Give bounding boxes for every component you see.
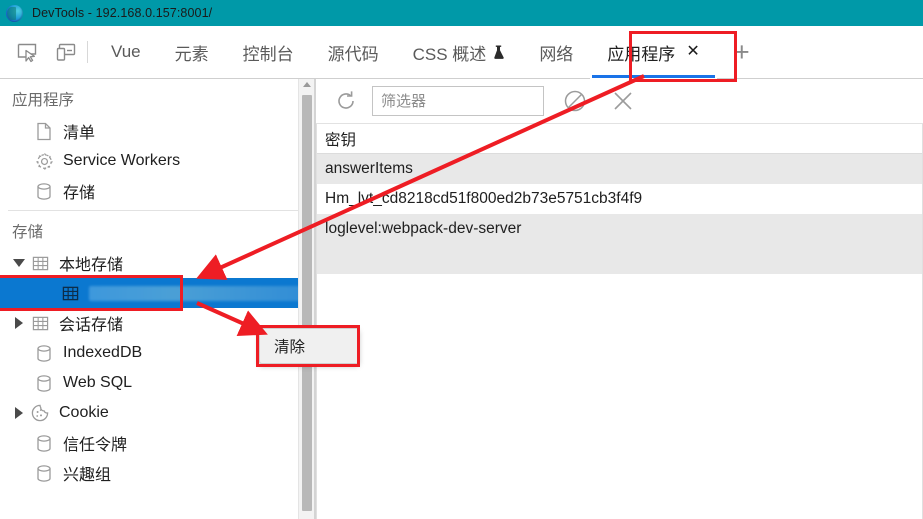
table-empty-row (316, 244, 923, 274)
sidebar-section-storage: 存储 (12, 224, 44, 241)
storage-toolbar (316, 79, 923, 124)
tab-css-overview[interactable]: CSS 概述 (396, 26, 523, 79)
application-sidebar: 应用程序 清单 Service Workers 存储 存储 本地存储 会话存储 … (0, 79, 314, 519)
close-x-icon[interactable] (606, 84, 640, 118)
sidebar-item-label: 信任令牌 (63, 437, 128, 454)
database-icon (34, 464, 54, 483)
context-menu: 清除 (259, 328, 359, 364)
tab-label: 元素 (174, 44, 209, 64)
sidebar-item-label: Web SQL (63, 374, 133, 391)
devtools-tabstrip: Vue 元素 控制台 源代码 CSS 概述 网络 应用程序 ✕ + (0, 25, 923, 79)
database-icon (34, 182, 54, 201)
column-header-key[interactable]: 密钥 (316, 128, 356, 150)
sidebar-item-label: Cookie (59, 404, 109, 421)
tab-sources[interactable]: 源代码 (311, 26, 396, 79)
add-panel-button[interactable]: + (725, 35, 759, 69)
database-icon (34, 434, 54, 453)
sidebar-item-service-workers[interactable]: Service Workers (0, 146, 314, 176)
context-menu-item-clear[interactable]: 清除 (260, 335, 305, 357)
active-tab-underline (592, 74, 715, 78)
database-icon (34, 344, 54, 363)
sidebar-item-websql[interactable]: Web SQL (0, 368, 314, 398)
cell-key: loglevel:webpack-dev-server (325, 219, 522, 237)
tab-label: CSS 概述 (412, 44, 487, 64)
tab-elements[interactable]: 元素 (158, 26, 226, 79)
sidebar-item-interest-groups[interactable]: 兴趣组 (0, 458, 314, 488)
table-row[interactable]: Hm_lvt_cd8218cd51f800ed2b73e5751cb3f4f9 (316, 184, 923, 214)
tab-label: 源代码 (327, 44, 379, 64)
sidebar-item-trust-tokens[interactable]: 信任令牌 (0, 428, 314, 458)
chevron-down-icon[interactable] (12, 259, 26, 267)
sidebar-section-application: 应用程序 (12, 92, 75, 109)
no-entry-clear-icon[interactable] (558, 84, 592, 118)
table-row[interactable]: answerItems (316, 154, 923, 184)
sidebar-item-label: 兴趣组 (63, 467, 112, 484)
scroll-up-arrow-icon[interactable] (303, 82, 311, 87)
cookie-icon (30, 404, 50, 422)
sidebar-item-label: 本地存储 (59, 257, 124, 274)
chevron-right-icon[interactable] (12, 407, 26, 419)
table-row[interactable]: loglevel:webpack-dev-server (316, 214, 923, 244)
sidebar-item-label: 存储 (63, 185, 96, 202)
sidebar-scrollbar[interactable] (298, 79, 314, 519)
flask-experiment-icon (492, 45, 505, 60)
sidebar-item-local-storage[interactable]: 本地存储 (0, 248, 314, 278)
sidebar-item-manifest[interactable]: 清单 (0, 116, 314, 146)
tab-label: 控制台 (242, 44, 294, 64)
tab-label: 应用程序 (607, 44, 676, 64)
table-grid-icon (30, 315, 50, 332)
database-icon (34, 374, 54, 393)
tab-vue[interactable]: Vue (94, 26, 158, 79)
edge-logo-icon (6, 4, 23, 22)
tab-network[interactable]: 网络 (522, 26, 590, 79)
close-icon[interactable]: ✕ (686, 44, 699, 60)
table-left-border (316, 124, 317, 519)
sidebar-item-cookie[interactable]: Cookie (0, 398, 314, 428)
sidebar-item-storage-overview[interactable]: 存储 (0, 176, 314, 206)
gear-icon (34, 152, 54, 171)
cell-key: answerItems (325, 159, 413, 177)
sidebar-item-label: 会话存储 (59, 317, 124, 334)
refresh-icon[interactable] (330, 85, 362, 117)
devtools-body: 应用程序 清单 Service Workers 存储 存储 本地存储 会话存储 … (0, 79, 923, 519)
local-storage-panel: 密钥 answerItems Hm_lvt_cd8218cd51f800ed2b… (316, 79, 923, 519)
devtools-window: DevTools - 192.168.0.157:8001/ Vue 元素 控制… (0, 0, 923, 519)
inspect-element-icon[interactable] (12, 37, 42, 67)
sidebar-item-label: 清单 (63, 125, 96, 142)
filter-input[interactable] (372, 86, 544, 116)
table-header-row: 密钥 (316, 124, 923, 154)
toolbar-divider (87, 41, 88, 63)
tab-label: 网络 (539, 44, 574, 64)
window-title: DevTools - 192.168.0.157:8001/ (32, 6, 213, 20)
sidebar-item-local-storage-origin[interactable] (0, 278, 314, 308)
redacted-origin-label (89, 285, 301, 301)
table-grid-icon (30, 255, 50, 272)
scrollbar-thumb[interactable] (302, 95, 312, 511)
window-titlebar: DevTools - 192.168.0.157:8001/ (0, 0, 923, 26)
cell-key: Hm_lvt_cd8218cd51f800ed2b73e5751cb3f4f9 (325, 189, 643, 207)
manifest-document-icon (34, 122, 54, 141)
sidebar-item-label: IndexedDB (63, 344, 143, 361)
device-toolbar-icon[interactable] (51, 37, 81, 67)
tab-label: Vue (111, 42, 141, 61)
tab-console[interactable]: 控制台 (226, 26, 311, 79)
chevron-right-icon[interactable] (12, 317, 26, 329)
sidebar-item-label: Service Workers (63, 152, 181, 169)
table-grid-icon (60, 285, 80, 302)
tab-application[interactable]: 应用程序 ✕ (590, 25, 717, 79)
